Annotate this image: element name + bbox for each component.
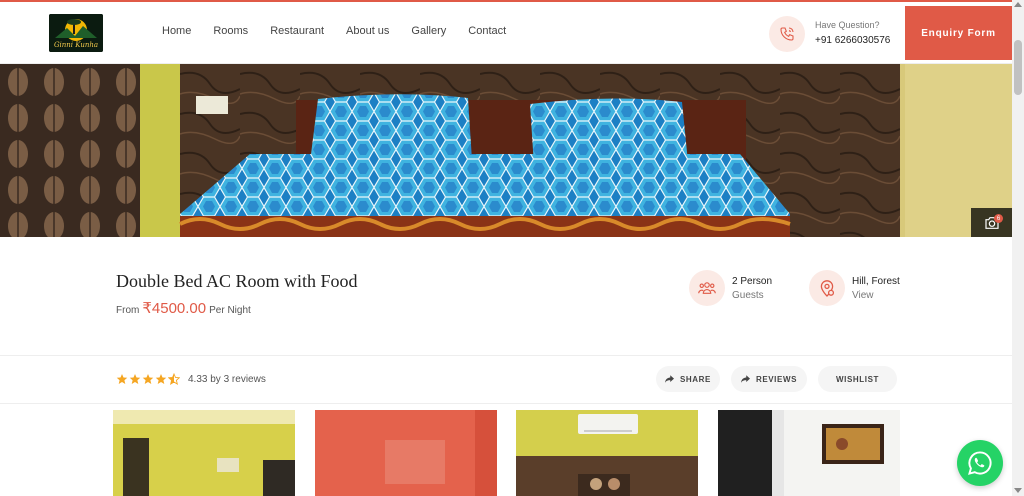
nav-rooms[interactable]: Rooms — [213, 25, 248, 37]
scroll-down-arrow-icon[interactable] — [1014, 488, 1022, 493]
star-full-icon — [142, 374, 154, 384]
contact-text: Have Question? +91 6266030576 — [815, 20, 890, 46]
sunset-tree-logo-icon: Ginni Kunha — [49, 14, 103, 52]
star-full-icon — [129, 374, 141, 384]
nav-gallery[interactable]: Gallery — [411, 25, 446, 37]
logo-text: Ginni Kunha — [54, 41, 98, 49]
page-scrollbar[interactable] — [1012, 0, 1024, 496]
contact-question: Have Question? — [815, 20, 880, 30]
feature-guests: 2 Person Guests — [689, 270, 772, 306]
room-thumbnail[interactable] — [718, 410, 900, 496]
rating-text: 4.33 by 3 reviews — [188, 373, 266, 385]
feature-view-text: Hill, Forest View — [852, 276, 900, 301]
scroll-up-arrow-icon[interactable] — [1014, 2, 1022, 7]
star-full-icon — [116, 374, 128, 384]
section-divider-top — [0, 355, 1012, 356]
price-prefix: From — [116, 305, 140, 316]
share-icon — [664, 375, 674, 383]
room-title: Double Bed AC Room with Food — [116, 271, 358, 291]
room-price: ₹4500.00 — [142, 300, 207, 317]
room-price-row: From ₹4500.00 Per Night — [116, 299, 251, 317]
gallery-button[interactable]: 6 — [971, 208, 1012, 237]
share-icon — [740, 375, 750, 383]
room-thumbnail[interactable] — [113, 410, 295, 496]
enquiry-form-button[interactable]: Enquiry Form — [905, 6, 1012, 60]
feature-guests-label: Guests — [732, 289, 764, 301]
share-label: SHARE — [679, 374, 711, 384]
reviews-button[interactable]: REVIEWS — [731, 366, 807, 392]
whatsapp-icon — [968, 451, 992, 475]
feature-guests-value: 2 Person — [732, 275, 773, 287]
room-thumbnail[interactable] — [315, 410, 497, 496]
nav-restaurant[interactable]: Restaurant — [270, 25, 324, 37]
feature-guests-text: 2 Person Guests — [732, 276, 772, 301]
guests-icon — [689, 270, 725, 306]
reviews-label: REVIEWS — [755, 374, 798, 384]
nav-home[interactable]: Home — [162, 25, 191, 37]
site-header: Ginni Kunha Home Rooms Restaurant About … — [0, 2, 1012, 64]
wishlist-label: WISHLIST — [835, 374, 880, 384]
page: Ginni Kunha Home Rooms Restaurant About … — [0, 0, 1024, 496]
main-nav: Home Rooms Restaurant About us Gallery C… — [162, 25, 528, 37]
location-icon — [809, 270, 845, 306]
section-divider-bottom — [0, 403, 1012, 404]
rating-row: 4.33 by 3 reviews — [116, 373, 266, 385]
nav-contact[interactable]: Contact — [468, 25, 506, 37]
feature-view-value: Hill, Forest — [852, 275, 900, 287]
site-logo[interactable]: Ginni Kunha — [49, 14, 103, 52]
star-half-icon — [168, 373, 180, 385]
whatsapp-button[interactable] — [957, 440, 1003, 486]
bed-photo — [0, 64, 1012, 237]
wishlist-button[interactable]: WISHLIST — [818, 366, 897, 392]
nav-about-us[interactable]: About us — [346, 25, 389, 37]
star-full-icon — [155, 374, 167, 384]
share-button[interactable]: SHARE — [656, 366, 720, 392]
gallery-count-badge: 6 — [994, 214, 1003, 223]
phone-icon[interactable] — [769, 16, 805, 52]
price-suffix: Per Night — [209, 305, 251, 316]
feature-view-label: View — [852, 289, 874, 301]
contact-phone-number[interactable]: +91 6266030576 — [815, 35, 890, 46]
feature-view: Hill, Forest View — [809, 270, 900, 306]
scrollbar-thumb[interactable] — [1014, 40, 1022, 95]
hero-room-image — [0, 64, 1012, 237]
room-thumbnail[interactable] — [516, 410, 698, 496]
